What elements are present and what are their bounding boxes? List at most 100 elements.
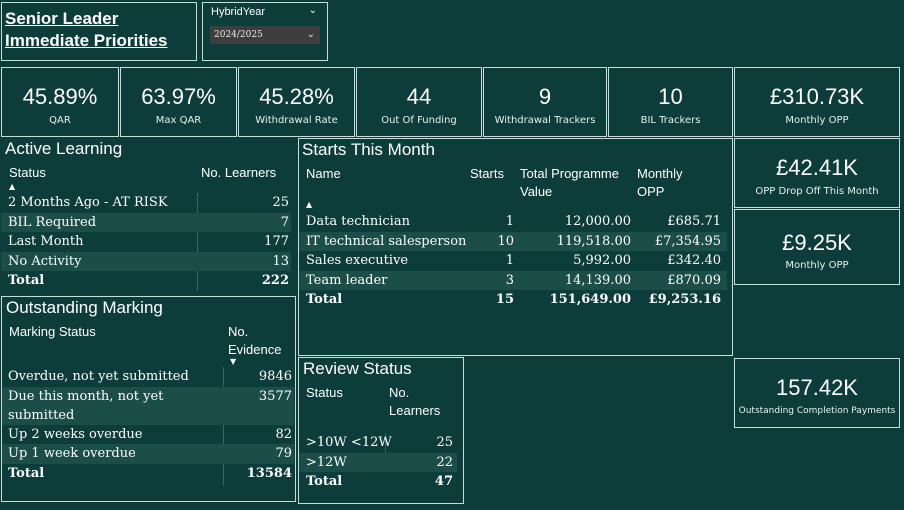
- kpi-withdrawal-rate: 45.28% Withdrawal Rate: [238, 67, 355, 137]
- outstanding-marking-panel: Outstanding Marking Marking Status No. E…: [1, 296, 296, 502]
- table-row[interactable]: No Activity 13: [1, 251, 291, 271]
- cell-starts: 1: [505, 253, 514, 268]
- kpi-label: Max QAR: [155, 115, 202, 126]
- title-card: Senior Leader Immediate Priorities: [1, 2, 197, 61]
- column-header-name[interactable]: Name: [306, 165, 341, 183]
- kpi-label: Withdrawal Trackers: [494, 115, 596, 126]
- column-header-monthly-opp[interactable]: Monthly OPP: [637, 165, 683, 201]
- cell-status: BIL Required: [8, 214, 97, 230]
- cell-evidence: 3577: [258, 388, 292, 404]
- total-value: 222: [261, 273, 289, 288]
- cell-learners: 25: [272, 195, 289, 210]
- kpi-qar: 45.89% QAR: [1, 67, 119, 137]
- column-header-tpv-line2: Value: [520, 184, 553, 199]
- table-row[interactable]: 2 Months Ago - AT RISK 25: [1, 193, 291, 213]
- kpi-value: 44: [406, 84, 432, 109]
- table-row[interactable]: Sales executive 1 5,992.00 £342.40: [299, 251, 727, 271]
- page-title-line2: Immediate Priorities: [5, 31, 168, 50]
- cell-tpv: 5,992.00: [573, 253, 631, 268]
- table-total-row: Total 13584: [2, 464, 294, 484]
- cell-name: IT technical salesperson: [306, 233, 467, 249]
- table-row[interactable]: Data technician 1 12,000.00 £685.71: [299, 212, 727, 232]
- column-header-starts[interactable]: Starts: [470, 165, 504, 183]
- table-row[interactable]: >12W 22: [299, 452, 457, 472]
- column-header-evidence[interactable]: No. Evidence: [228, 323, 281, 359]
- cell-evidence: 9846: [258, 369, 292, 384]
- cell-learners: 177: [264, 234, 289, 249]
- table-row[interactable]: Last Month 177: [1, 232, 291, 252]
- total-value: 47: [434, 474, 453, 489]
- table-row[interactable]: IT technical salesperson 10 119,518.00 £…: [299, 231, 727, 251]
- chevron-down-icon[interactable]: ⌄: [309, 5, 317, 16]
- cell-status: Overdue, not yet submitted: [8, 369, 189, 384]
- cell-status: Up 1 week overdue: [8, 446, 136, 461]
- kpi-value: 10: [658, 84, 683, 109]
- cell-status: Up 2 weeks overdue: [8, 426, 143, 442]
- table-row[interactable]: >10W <12W 25: [299, 433, 457, 453]
- cell-learners: 7: [280, 214, 289, 230]
- cell-status: No Activity: [8, 253, 82, 269]
- column-header-total-programme-value[interactable]: Total Programme Value: [520, 165, 619, 201]
- column-header-evidence-line1: No.: [228, 324, 249, 339]
- kpi-value: 63.97%: [141, 84, 216, 109]
- kpi-label: BIL Trackers: [640, 115, 701, 126]
- table-row[interactable]: BIL Required 7: [1, 212, 291, 232]
- hybrid-year-dropdown[interactable]: 2024/2025 ⌄: [210, 26, 320, 44]
- column-header-opp-line2: OPP: [637, 184, 665, 199]
- kpi-value: 157.42K: [776, 375, 858, 400]
- column-header-status[interactable]: Status: [306, 384, 343, 402]
- table-row[interactable]: Due this month, not yet submitted 3577: [2, 386, 294, 425]
- total-opp: £9,253.16: [648, 292, 721, 307]
- kpi-label: Monthly OPP: [785, 260, 849, 271]
- sort-descending-icon[interactable]: ▼: [230, 357, 236, 366]
- slicer-value: 2024/2025: [214, 30, 263, 40]
- column-header-learners[interactable]: No. Learners: [201, 164, 276, 182]
- page-title: Senior Leader Immediate Priorities: [5, 8, 168, 52]
- cell-name: Data technician: [306, 214, 410, 229]
- total-label: Total: [306, 474, 343, 489]
- kpi-value: 9: [538, 84, 552, 109]
- table-row[interactable]: Up 2 weeks overdue 82: [2, 425, 294, 445]
- cell-tpv: 12,000.00: [564, 214, 631, 229]
- table-row[interactable]: Up 1 week overdue 79: [2, 444, 294, 464]
- kpi-label: QAR: [49, 115, 71, 126]
- cell-tpv: 119,518.00: [556, 233, 631, 249]
- panel-title: Review Status: [303, 359, 412, 378]
- sort-ascending-icon[interactable]: ▲: [306, 200, 312, 209]
- panel-title: Outstanding Marking: [6, 298, 163, 317]
- cell-learners: 25: [436, 435, 453, 450]
- kpi-value: £42.41K: [776, 155, 858, 180]
- kpi-outstanding-completion: 157.42K Outstanding Completion Payments: [734, 358, 900, 428]
- cell-opp: £7,354.95: [654, 233, 721, 249]
- cell-opp: £342.40: [667, 253, 721, 268]
- cell-status: Last Month: [8, 234, 84, 249]
- review-status-panel: Review Status Status No. Learners >10W <…: [298, 357, 464, 504]
- table-total-row: Total 222: [1, 271, 291, 291]
- column-header-status[interactable]: Status: [9, 164, 46, 182]
- cell-status-line1: Due this month, not yet: [8, 388, 164, 404]
- table-row[interactable]: Overdue, not yet submitted 9846: [2, 367, 294, 387]
- cell-starts: 10: [497, 233, 514, 249]
- page-title-line1: Senior Leader: [5, 9, 119, 28]
- table-row[interactable]: Team leader 3 14,139.00 £870.09: [299, 270, 727, 290]
- column-header-learners[interactable]: No. Learners: [389, 384, 440, 420]
- cell-status: 2 Months Ago - AT RISK: [8, 195, 168, 210]
- hybrid-year-slicer: HybridYear ⌄ 2024/2025 ⌄: [202, 2, 328, 61]
- kpi-opp-drop-off: £42.41K OPP Drop Off This Month: [734, 138, 900, 208]
- cell-evidence: 79: [275, 446, 292, 461]
- cell-name: Team leader: [306, 272, 388, 288]
- column-header-learners-line2: Learners: [389, 403, 441, 418]
- sort-ascending-icon[interactable]: ▲: [9, 182, 15, 191]
- column-header-tpv-line1: Total Programme: [520, 166, 619, 181]
- active-learning-panel: Active Learning Status No. Learners ▲ 2 …: [1, 138, 297, 296]
- total-label: Total: [8, 465, 45, 481]
- kpi-out-of-funding: 44 Out Of Funding: [356, 67, 482, 137]
- kpi-label: OPP Drop Off This Month: [755, 186, 879, 197]
- kpi-bil-trackers: 10 BIL Trackers: [608, 67, 733, 137]
- total-label: Total: [306, 292, 343, 307]
- column-header-marking-status[interactable]: Marking Status: [9, 323, 96, 341]
- column-header-learners-line1: No.: [389, 385, 410, 400]
- chevron-down-icon: ⌄: [306, 29, 315, 40]
- cell-tpv: 14,139.00: [564, 272, 631, 288]
- table-total-row: Total 47: [299, 472, 457, 492]
